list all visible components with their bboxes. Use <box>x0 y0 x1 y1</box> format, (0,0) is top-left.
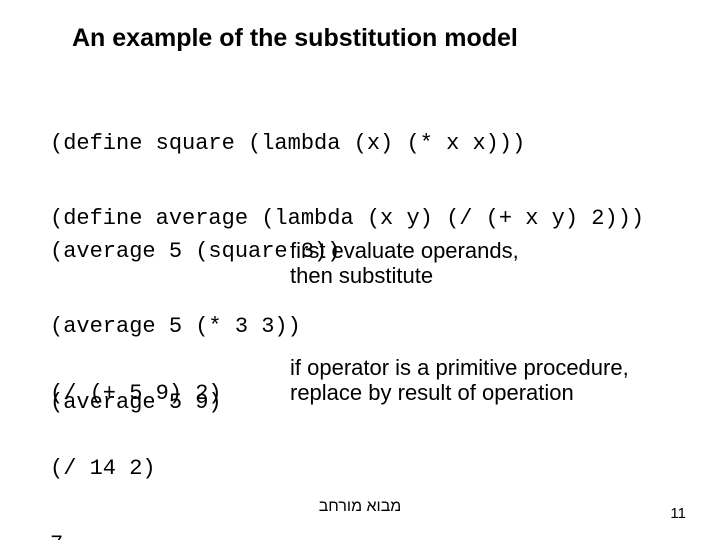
annotation-2: if operator is a primitive procedure, re… <box>290 355 629 406</box>
annotation-line: if operator is a primitive procedure, <box>290 355 629 380</box>
code-line: (/ (+ 5 9) 2) <box>50 381 222 406</box>
slide: An example of the substitution model (de… <box>0 0 720 540</box>
page-number: 11 <box>670 505 686 522</box>
annotation-line: replace by result of operation <box>290 380 629 405</box>
slide-title: An example of the substitution model <box>72 24 518 53</box>
code-line: (define square (lambda (x) (* x x))) <box>50 131 644 156</box>
code-line: (/ 14 2) <box>50 456 222 481</box>
footer-text: מבוא מורחב <box>0 498 720 516</box>
annotation-line: first evaluate operands, <box>290 238 519 263</box>
annotation-line: then substitute <box>290 263 519 288</box>
code-line: 7 <box>50 532 222 540</box>
annotation-1: first evaluate operands, then substitute <box>290 238 519 289</box>
